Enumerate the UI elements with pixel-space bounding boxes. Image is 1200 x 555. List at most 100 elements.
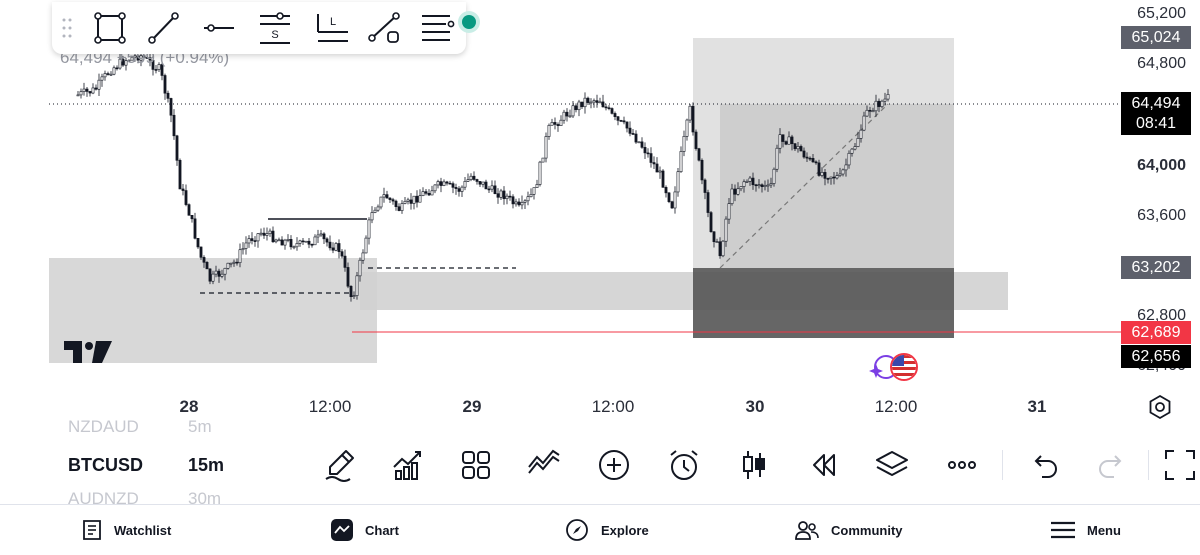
candle-body [259, 232, 263, 235]
candle-body [208, 268, 212, 282]
nav-menu[interactable]: Menu [1051, 505, 1121, 555]
us-flag-icon[interactable] [866, 352, 920, 384]
candle-body [670, 201, 674, 209]
candle-body [214, 270, 218, 275]
candle-body [292, 246, 296, 249]
candle-body [886, 94, 890, 100]
path-tool-icon[interactable] [366, 10, 404, 46]
candle-body [403, 200, 407, 204]
candle-body [385, 194, 389, 199]
candle-body [280, 239, 284, 246]
candle-body [418, 195, 422, 203]
candle-body [472, 175, 476, 180]
candle-body [514, 201, 518, 205]
candle-body [361, 252, 365, 261]
object-tree-icon[interactable] [418, 10, 456, 46]
layouts-grid-icon[interactable] [458, 447, 494, 483]
candle-body [493, 185, 497, 194]
candle-body [823, 172, 827, 179]
candle-body [496, 193, 500, 198]
chart-area[interactable]: 65,20064,80064,00063,60062,80062,400 65,… [0, 0, 1200, 420]
candle-body [874, 100, 878, 112]
candle-body [796, 146, 800, 150]
time-axis-label: 31 [1027, 397, 1047, 416]
chart-type-candles-icon[interactable] [736, 447, 772, 483]
candle-body [484, 181, 488, 190]
chart-settings-icon[interactable] [1147, 394, 1173, 420]
candle-body [406, 199, 410, 202]
nav-community[interactable]: Community [795, 505, 903, 555]
zone-box-dark[interactable] [693, 268, 954, 338]
layers-icon[interactable] [874, 447, 910, 483]
short-position-tool-icon[interactable]: S [256, 10, 294, 46]
symbol-switcher[interactable]: NZDAUD 5m BTCUSD 15m AUDNZD 30m [0, 420, 300, 504]
tradingview-logo[interactable] [64, 341, 114, 365]
candle-body [559, 119, 563, 126]
candle-body [178, 160, 182, 190]
candle-body [835, 175, 839, 179]
redo-icon[interactable] [1094, 447, 1130, 483]
candle-body [610, 108, 614, 114]
symbol-name: BTCUSD [68, 455, 143, 475]
candle-body [457, 188, 461, 192]
candle-body [466, 179, 470, 182]
candle-body [568, 115, 572, 118]
fullscreen-icon[interactable] [1162, 447, 1198, 483]
rectangle-tool-icon[interactable] [90, 10, 128, 46]
patterns-icon[interactable] [526, 447, 562, 483]
candle-body [190, 215, 194, 220]
undo-icon[interactable] [1026, 447, 1062, 483]
market-status-dot[interactable] [462, 15, 476, 29]
nav-explore[interactable]: Explore [565, 505, 649, 555]
candle-body [469, 175, 473, 180]
community-icon [795, 521, 819, 540]
nav-chart[interactable]: Chart [331, 505, 399, 555]
candle-body [547, 125, 551, 137]
candle-body [532, 187, 536, 195]
candle-body [811, 158, 815, 163]
candle-body [502, 190, 506, 200]
alert-clock-icon[interactable] [666, 447, 702, 483]
candle-body [595, 100, 599, 103]
replay-icon[interactable] [806, 447, 842, 483]
candle-body [94, 87, 98, 90]
symbol-interval: 30m [188, 489, 222, 504]
candle-body [853, 146, 857, 150]
candle-body [856, 138, 860, 147]
drag-handle-icon[interactable] [54, 10, 92, 46]
long-position-tool-icon[interactable]: L [314, 10, 352, 46]
candle-body [544, 136, 548, 159]
candle-body [217, 270, 221, 277]
horizontal-line-tool-icon[interactable] [200, 10, 238, 46]
candle-body [817, 162, 821, 176]
candle-body [172, 114, 176, 137]
trendline-tool-icon[interactable] [144, 10, 182, 46]
drawing-pen-icon[interactable] [322, 447, 358, 483]
candle-body [268, 230, 272, 234]
candle-body [328, 241, 332, 249]
candle-body [736, 188, 740, 195]
nav-watchlist[interactable]: Watchlist [82, 505, 171, 555]
candle-body [583, 97, 587, 108]
candle-body [535, 184, 539, 188]
candle-body [451, 183, 455, 188]
bottom-toolbar[interactable] [300, 440, 1200, 490]
candle-body [820, 172, 824, 176]
candle-body [391, 199, 395, 202]
candle-body [370, 212, 374, 221]
more-icon[interactable] [944, 447, 980, 483]
candle-body [859, 129, 863, 139]
candle-body [439, 181, 443, 186]
candle-body [775, 147, 779, 170]
candle-body [238, 249, 242, 263]
add-icon[interactable] [596, 447, 632, 483]
drawing-toolbar[interactable]: S L [52, 2, 466, 54]
candle-body [589, 101, 593, 104]
time-axis-label: 12:00 [308, 397, 352, 416]
nav-label: Community [831, 522, 903, 538]
indicators-icon[interactable] [390, 447, 426, 483]
candle-body [658, 170, 662, 173]
bottom-navigation[interactable]: Watchlist Chart Explore Community Menu [0, 504, 1200, 555]
candle-body [340, 251, 344, 257]
candle-body [715, 241, 719, 243]
